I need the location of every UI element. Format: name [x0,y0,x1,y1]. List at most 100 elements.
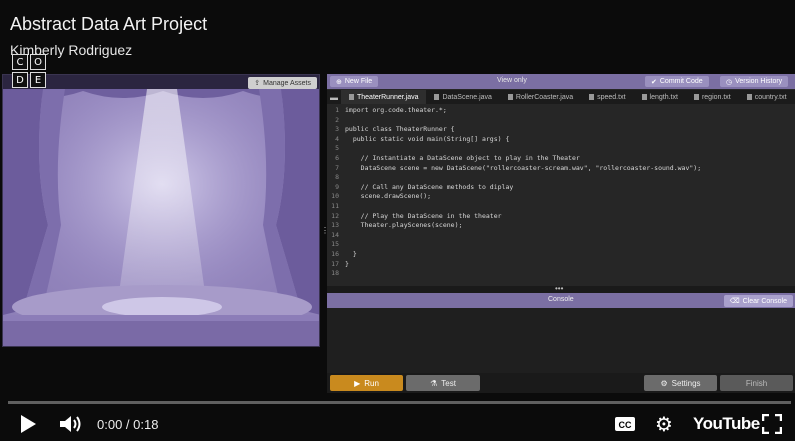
tab-country[interactable]: country.txt [739,90,795,104]
logo-letter: C [12,54,28,70]
test-button[interactable]: ⚗ Test [406,375,480,391]
line-number: 2 [335,115,339,124]
cc-icon: CC [615,417,635,431]
finish-label: Finish [745,378,768,388]
eraser-icon: ⌫ [729,298,740,305]
video-progress-bar[interactable] [8,401,791,404]
code-line: 2 [327,116,795,126]
code-text: scene.drawScene(); [345,192,432,201]
fullscreen-icon [762,414,782,434]
fullscreen-button[interactable] [761,414,783,434]
code-text: } [345,249,357,258]
volume-button[interactable] [58,414,84,434]
tab-label: region.txt [701,93,731,101]
code-org-logo: C O D E [12,54,46,88]
line-number: 16 [331,249,339,258]
file-icon [507,94,513,100]
panel-resize-handle[interactable]: ⋮ [321,226,329,236]
svg-text:CC: CC [619,420,632,430]
editor-toolbar: ⊕ New File View only ✔ Commit Code ◷ Ver… [327,74,795,89]
file-icon [589,94,595,100]
code-line: 6 // Instantiate a DataScene object to p… [327,154,795,164]
clock-icon: ◷ [726,78,733,86]
console-panel: Console ⌫ Clear Console [327,293,795,373]
settings-gear-button[interactable]: ⚙ [653,412,675,436]
logo-letter: E [30,72,46,88]
console-resize-handle[interactable]: ••• [327,284,795,293]
code-area[interactable]: 1 import org.code.theater.*; 2 3 public clas… [327,106,795,284]
gear-icon: ⚙ [660,378,668,388]
video-title[interactable]: Abstract Data Art Project [10,14,207,35]
line-number: 13 [331,221,339,230]
theater-stage: ⇪ Manage Assets [2,74,320,347]
view-only-label: View only [497,77,527,84]
code-line: 15 [327,240,795,250]
clear-console-button[interactable]: ⌫ Clear Console [723,295,793,307]
line-number: 18 [331,269,339,278]
code-text: import org.code.theater.*; [345,106,447,114]
code-text: public static void main(String[] args) { [345,134,510,143]
manage-assets-button[interactable]: ⇪ Manage Assets [248,77,317,89]
line-number: 14 [331,230,339,239]
logo-letter: D [12,72,28,88]
version-history-label: Version History [735,78,783,85]
code-text: // Instantiate a DataScene object to pla… [345,153,580,162]
file-tabs: ▬ TheaterRunner.java DataScene.java Roll… [327,90,795,104]
captions-button[interactable]: CC [613,416,637,432]
code-line: 4 public static void main(String[] args)… [327,135,795,145]
line-number: 15 [331,240,339,249]
youtube-logo[interactable]: YouTube [693,414,760,434]
test-label: Test [441,378,456,388]
code-text: Theater.playScenes(scene); [345,221,463,230]
tab-label: speed.txt [597,93,626,101]
player-controls: 0:00 / 0:18 CC ⚙ YouTube [0,406,795,441]
action-bar: ▶ Run ⚗ Test ⚙ Settings Finish [327,373,795,393]
run-label: Run [364,378,379,388]
tab-label: length.txt [649,93,678,101]
line-number: 12 [331,211,339,220]
file-icon [641,94,647,100]
line-number: 11 [331,201,339,210]
folder-icon[interactable]: ▬ [327,90,341,104]
line-number: 4 [335,134,339,143]
settings-button[interactable]: ⚙ Settings [644,375,717,391]
code-line: 13 Theater.playScenes(scene); [327,221,795,231]
tab-speed[interactable]: speed.txt [581,90,633,104]
version-history-button[interactable]: ◷ Version History [720,76,789,87]
tab-region[interactable]: region.txt [686,90,739,104]
code-text: public class TheaterRunner { [345,125,455,134]
file-icon [693,94,699,100]
play-button[interactable] [16,414,40,434]
new-file-button[interactable]: ⊕ New File [330,76,379,87]
line-number: 8 [335,173,339,182]
run-button[interactable]: ▶ Run [330,375,403,391]
code-line: 3 public class TheaterRunner { [327,125,795,135]
line-number: 10 [331,192,339,201]
tab-theaterrunner[interactable]: TheaterRunner.java [341,90,427,104]
tab-rollercoaster[interactable]: RollerCoaster.java [500,90,581,104]
line-number: 1 [335,106,339,114]
gear-icon: ⚙ [655,412,673,436]
line-number: 9 [335,182,339,191]
code-line: 12 // Play the DataScene in the theater [327,212,795,222]
tab-label: RollerCoaster.java [515,93,574,101]
commit-code-button[interactable]: ✔ Commit Code [645,76,709,87]
tab-label: country.txt [754,93,787,101]
tab-datascene[interactable]: DataScene.java [426,90,499,104]
play-icon: ▶ [354,378,361,388]
code-line: 18 [327,269,795,279]
stage-illustration [3,75,319,346]
line-number: 3 [335,125,339,134]
upload-icon: ⇪ [254,80,261,87]
code-line: 5 [327,144,795,154]
plus-icon: ⊕ [336,78,342,86]
line-number: 17 [331,259,339,268]
check-icon: ✔ [651,78,657,86]
file-icon [746,94,752,100]
code-text: DataScene scene = new DataScene("rollerc… [345,163,702,172]
tab-length[interactable]: length.txt [634,90,686,104]
finish-button[interactable]: Finish [720,375,793,391]
clear-console-label: Clear Console [742,297,787,305]
code-line: 16 } [327,250,795,260]
line-number: 6 [335,153,339,162]
